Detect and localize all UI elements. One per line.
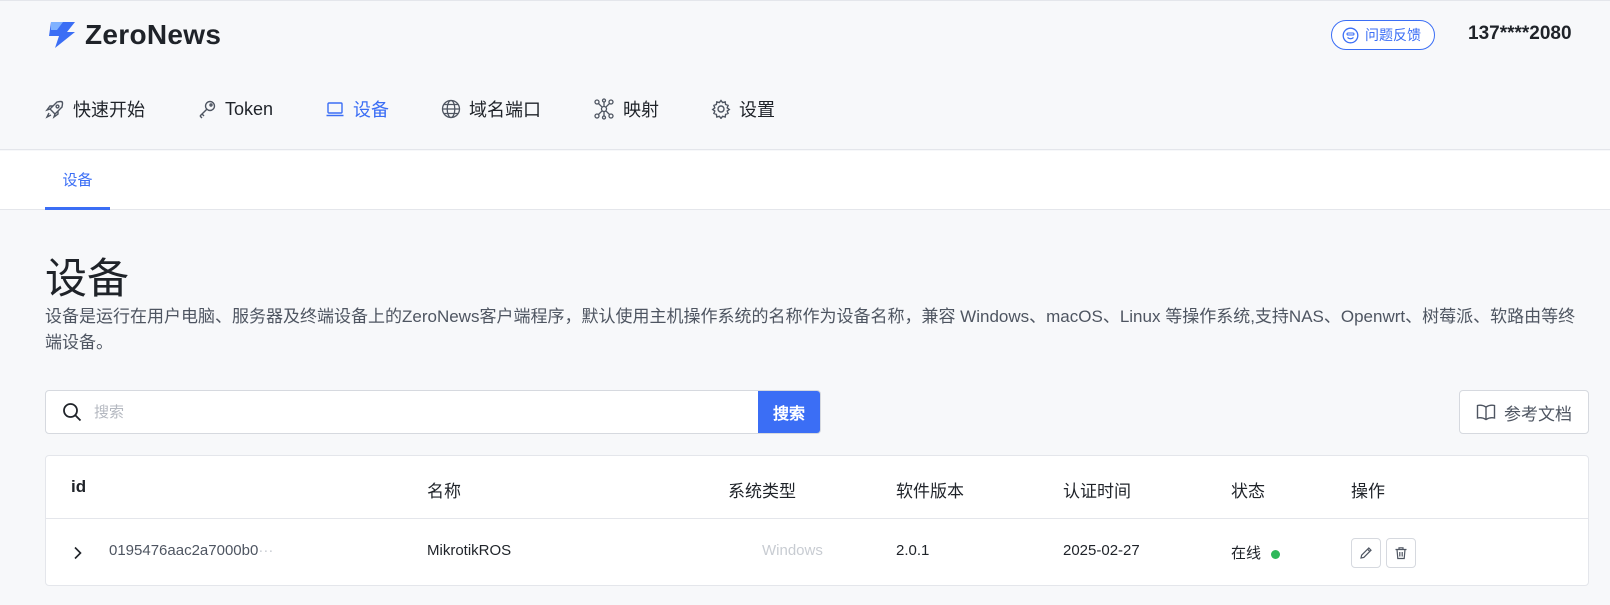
- online-status-dot: [1271, 549, 1281, 559]
- laptop-icon: [326, 102, 344, 117]
- device-status: 在线: [1231, 542, 1281, 563]
- status-label: 在线: [1231, 545, 1262, 562]
- redacted-mark: ···: [258, 542, 274, 559]
- logo[interactable]: ZeroNews: [45, 19, 221, 51]
- tab-devices[interactable]: 设备: [45, 151, 110, 210]
- nav-label: 设备: [353, 100, 390, 120]
- top-bar: ZeroNews 问题反馈 137****2080 快速开始 Token 设备 …: [0, 0, 1610, 150]
- brand-name: ZeroNews: [85, 19, 222, 50]
- column-header-name: 名称: [427, 482, 461, 501]
- nav-label: 域名端口: [469, 100, 542, 120]
- table-header: id 名称 系统类型 软件版本 认证时间 状态 操作: [46, 456, 1588, 519]
- search-icon: [63, 403, 82, 422]
- device-auth-time: 2025-02-27: [1063, 542, 1140, 559]
- device-id: 0195476aac2a7000b0···: [109, 542, 273, 559]
- reference-docs-button[interactable]: 参考文档: [1459, 390, 1589, 434]
- user-account[interactable]: 137****2080: [1468, 23, 1572, 45]
- column-header-auth-time: 认证时间: [1063, 482, 1131, 501]
- column-header-actions: 操作: [1351, 482, 1385, 501]
- trash-icon: [1395, 547, 1407, 560]
- delete-button[interactable]: [1386, 538, 1416, 568]
- device-id-value: 0195476aac2a7000b0: [109, 542, 259, 559]
- chevron-right-icon[interactable]: [72, 545, 84, 561]
- main-nav: 快速开始 Token 设备 域名端口 映射 设置: [45, 93, 827, 125]
- column-header-version: 软件版本: [896, 482, 964, 501]
- network-icon: [594, 98, 614, 120]
- nav-label: Token: [225, 98, 274, 119]
- nav-item-mappings[interactable]: 映射: [593, 93, 659, 125]
- search-bar: 搜索: [45, 390, 821, 434]
- search-button[interactable]: 搜索: [758, 391, 820, 433]
- globe-icon: [441, 99, 461, 119]
- nav-item-settings[interactable]: 设置: [711, 93, 775, 125]
- table-row: 0195476aac2a7000b0··· MikrotikROS Window…: [46, 520, 1588, 586]
- feedback-button[interactable]: 问题反馈: [1331, 20, 1435, 50]
- rocket-icon: [45, 100, 64, 119]
- device-os: Windows: [762, 542, 823, 559]
- nav-item-devices[interactable]: 设备: [325, 93, 389, 125]
- devices-table: id 名称 系统类型 软件版本 认证时间 状态 操作 0195476aac2a7…: [45, 455, 1589, 586]
- book-icon: [1476, 404, 1496, 421]
- device-version: 2.0.1: [896, 542, 930, 559]
- sub-nav: 设备: [0, 151, 1610, 210]
- nav-label: 映射: [623, 100, 660, 120]
- pencil-icon: [1360, 547, 1372, 559]
- nav-label: 快速开始: [73, 100, 145, 120]
- device-name: MikrotikROS: [427, 542, 512, 559]
- page-title: 设备: [45, 255, 130, 302]
- nav-item-domain-ports[interactable]: 域名端口: [441, 93, 541, 125]
- feedback-label: 问题反馈: [1365, 27, 1421, 43]
- page-description: 设备是运行在用户电脑、服务器及终端设备上的ZeroNews客户端程序，默认使用主…: [45, 307, 1576, 352]
- smile-icon: [1342, 27, 1359, 43]
- column-header-status: 状态: [1231, 482, 1265, 501]
- zeronews-logo-icon: [49, 22, 75, 48]
- key-icon: [199, 100, 216, 119]
- search-input[interactable]: [94, 403, 758, 421]
- column-header-os: 系统类型: [728, 482, 796, 501]
- nav-item-quickstart[interactable]: 快速开始: [45, 93, 145, 125]
- edit-button[interactable]: [1351, 538, 1381, 568]
- nav-label: 设置: [739, 100, 776, 120]
- docs-label: 参考文档: [1504, 404, 1572, 424]
- nav-item-token[interactable]: Token: [197, 93, 273, 125]
- gear-icon: [711, 99, 731, 119]
- column-header-id: id: [71, 477, 87, 496]
